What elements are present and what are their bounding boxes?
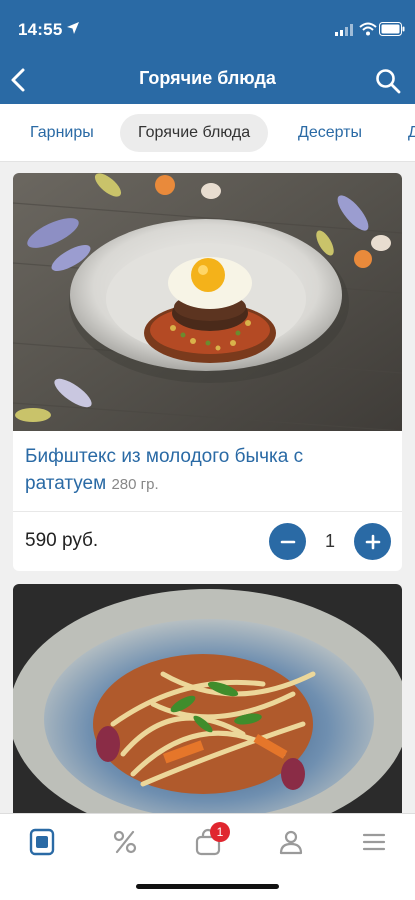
dish-photo xyxy=(13,173,402,431)
cellular-signal-icon xyxy=(335,24,353,36)
home-indicator xyxy=(136,884,279,889)
tab-next[interactable]: Д xyxy=(396,114,415,152)
dish-card[interactable]: Бифштекс из молодого бычка с рататуем 28… xyxy=(13,173,402,571)
dish-name: Бифштекс из молодого бычка с рататуем xyxy=(25,446,304,494)
wifi-icon xyxy=(359,22,377,36)
quantity-value: 1 xyxy=(324,531,335,551)
tab-profile[interactable] xyxy=(273,826,309,858)
tab-menu[interactable] xyxy=(24,826,60,858)
tab-desserts[interactable]: Десерты xyxy=(286,114,374,152)
app-header: 14:55 Горячие блюда xyxy=(0,0,415,104)
hamburger-icon xyxy=(362,833,386,851)
cart-badge: 1 xyxy=(210,822,230,842)
minus-icon xyxy=(280,540,295,543)
percent-icon xyxy=(113,830,137,854)
increase-quantity-button[interactable] xyxy=(354,523,391,560)
menu-book-icon xyxy=(29,828,55,856)
dish-card[interactable] xyxy=(13,584,402,814)
status-bar: 14:55 xyxy=(0,0,415,56)
decrease-quantity-button[interactable] xyxy=(269,523,306,560)
search-icon[interactable] xyxy=(375,68,401,94)
profile-icon xyxy=(279,830,303,855)
card-divider xyxy=(13,511,402,512)
chevron-left-icon xyxy=(11,68,25,92)
dish-title[interactable]: Бифштекс из молодого бычка с рататуем 28… xyxy=(25,443,385,498)
status-time: 14:55 xyxy=(18,20,63,39)
battery-icon xyxy=(379,22,405,36)
dish-weight: 280 гр. xyxy=(111,476,159,493)
tab-garnishes[interactable]: Гарниры xyxy=(18,114,106,152)
tab-more[interactable] xyxy=(356,826,392,858)
category-tabs: Гарниры Горячие блюда Десерты Д xyxy=(0,104,415,162)
back-button[interactable] xyxy=(6,64,30,96)
plus-icon xyxy=(365,534,380,549)
nav-bar: Горячие блюда xyxy=(0,56,415,104)
tab-promotions[interactable] xyxy=(107,826,143,858)
tab-hot-dishes[interactable]: Горячие блюда xyxy=(120,114,269,152)
page-title: Горячие блюда xyxy=(139,68,276,88)
location-arrow-icon xyxy=(67,22,79,34)
dish-price: 590 руб. xyxy=(25,530,99,551)
dish-photo xyxy=(13,584,402,814)
